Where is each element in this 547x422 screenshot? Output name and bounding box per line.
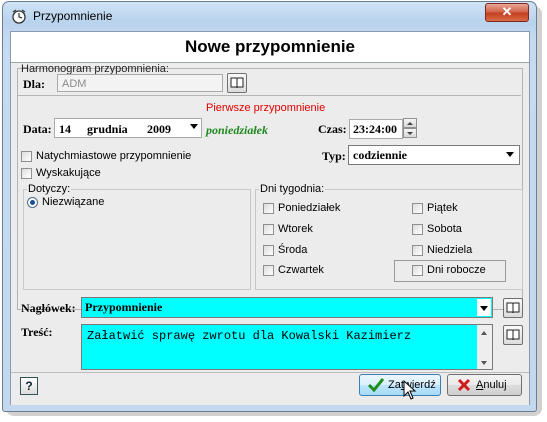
- confirm-label-pre: Za: [388, 379, 401, 391]
- checkbox-box: [263, 202, 274, 214]
- day-tuesday-checkbox[interactable]: Wtorek: [263, 223, 313, 235]
- checkbox-box: [263, 264, 274, 276]
- immediate-label: Natychmiastowe przypomnienie: [36, 150, 192, 162]
- confirm-button[interactable]: Za t wierdź: [359, 374, 441, 396]
- alarm-clock-icon: [11, 8, 27, 24]
- reminder-window: Przypomnienie ✕ Nowe przypomnienie Harmo…: [2, 1, 537, 412]
- spin-up-icon[interactable]: [403, 118, 417, 128]
- day-sunday-checkbox[interactable]: Niedziela: [412, 244, 472, 256]
- subject-book-button[interactable]: [503, 298, 523, 318]
- immediate-checkbox[interactable]: Natychmiastowe przypomnienie: [21, 150, 191, 162]
- day-monday-checkbox[interactable]: Poniedziałek: [263, 202, 340, 214]
- applies-option-label: Niezwiązane: [42, 196, 105, 208]
- cross-icon: [457, 378, 471, 392]
- for-label: Dla:: [23, 77, 45, 91]
- checkbox-box: [412, 202, 423, 214]
- for-field[interactable]: ADM: [57, 74, 223, 92]
- title-bar[interactable]: Przypomnienie ✕: [3, 2, 536, 30]
- help-button[interactable]: ?: [20, 377, 38, 395]
- subject-label: Nagłówek:: [21, 301, 76, 315]
- day-friday-checkbox[interactable]: Piątek: [412, 202, 458, 214]
- workdays-label: Dni robocze: [427, 264, 486, 276]
- content-text: Załatwić sprawę zwrotu dla Kowalski Kazi…: [87, 329, 412, 343]
- checkbox-box: [21, 150, 32, 162]
- type-label: Typ:: [322, 149, 346, 163]
- content-label: Treść:: [21, 325, 53, 339]
- spin-down-icon[interactable]: [403, 128, 417, 138]
- popup-label: Wyskakujące: [36, 167, 101, 179]
- book-icon: [506, 329, 520, 341]
- checkbox-box: [21, 167, 32, 179]
- first-reminder-label: Pierwsze przypomnienie: [206, 102, 326, 114]
- mouse-cursor-icon: [403, 380, 417, 400]
- book-icon: [230, 77, 244, 89]
- cancel-button[interactable]: Anuluj: [447, 374, 522, 396]
- date-label: Data:: [23, 122, 52, 136]
- date-year: 2009: [147, 122, 171, 136]
- day-friday-label: Piątek: [427, 202, 458, 214]
- cancel-label-post: nuluj: [483, 379, 507, 391]
- day-wednesday-checkbox[interactable]: Środa: [263, 244, 307, 256]
- type-select[interactable]: codziennie: [348, 145, 520, 165]
- type-value: codziennie: [353, 148, 407, 162]
- day-saturday-label: Sobota: [427, 223, 462, 235]
- weekday-label: poniedziałek: [206, 123, 268, 137]
- checkbox-box: [263, 223, 274, 235]
- weekdays-group-title: Dni tygodnia:: [259, 183, 326, 195]
- date-day: 14: [59, 122, 71, 136]
- day-tuesday-label: Wtorek: [278, 223, 313, 235]
- time-field[interactable]: 23:24:00: [349, 119, 403, 139]
- day-thursday-label: Czwartek: [278, 264, 324, 276]
- content-book-button[interactable]: [503, 325, 523, 345]
- cancel-label-accel: A: [476, 379, 484, 391]
- checkmark-icon: [368, 378, 384, 392]
- applies-group-title: Dotyczy:: [27, 183, 72, 195]
- book-icon: [506, 302, 520, 314]
- applies-radio-unbound[interactable]: Niezwiązane: [27, 196, 104, 208]
- workdays-checkbox[interactable]: Dni robocze: [412, 264, 486, 276]
- popup-checkbox[interactable]: Wyskakujące: [21, 167, 101, 179]
- day-saturday-checkbox[interactable]: Sobota: [412, 223, 462, 235]
- subject-dropdown-button[interactable]: [477, 299, 491, 316]
- close-button[interactable]: ✕: [485, 3, 529, 22]
- time-spinner[interactable]: [403, 118, 417, 138]
- checkbox-box: [263, 244, 274, 256]
- day-thursday-checkbox[interactable]: Czwartek: [263, 264, 324, 276]
- content-textarea[interactable]: Załatwić sprawę zwrotu dla Kowalski Kazi…: [81, 324, 493, 370]
- radio-selected-icon: [27, 196, 38, 208]
- day-sunday-label: Niedziela: [427, 244, 473, 256]
- chevron-down-icon: [190, 124, 198, 129]
- day-wednesday-label: Środa: [278, 244, 308, 256]
- dialog-heading: Nowe przypomnienie: [11, 32, 529, 63]
- dialog-client: Nowe przypomnienie Harmonogram przypomni…: [10, 31, 530, 405]
- date-month: grudnia: [87, 122, 128, 136]
- chevron-down-icon: [506, 152, 514, 157]
- checkbox-box: [412, 244, 423, 256]
- checkbox-box: [412, 223, 423, 235]
- checkbox-box: [412, 264, 423, 276]
- date-picker[interactable]: 14 grudnia 2009: [54, 118, 202, 138]
- content-scrollbar[interactable]: [477, 325, 492, 369]
- day-monday-label: Poniedziałek: [278, 202, 341, 214]
- subject-field[interactable]: Przypomnienie: [81, 297, 493, 318]
- time-label: Czas:: [318, 122, 347, 136]
- window-title: Przypomnienie: [33, 9, 113, 23]
- address-book-button[interactable]: [227, 73, 247, 93]
